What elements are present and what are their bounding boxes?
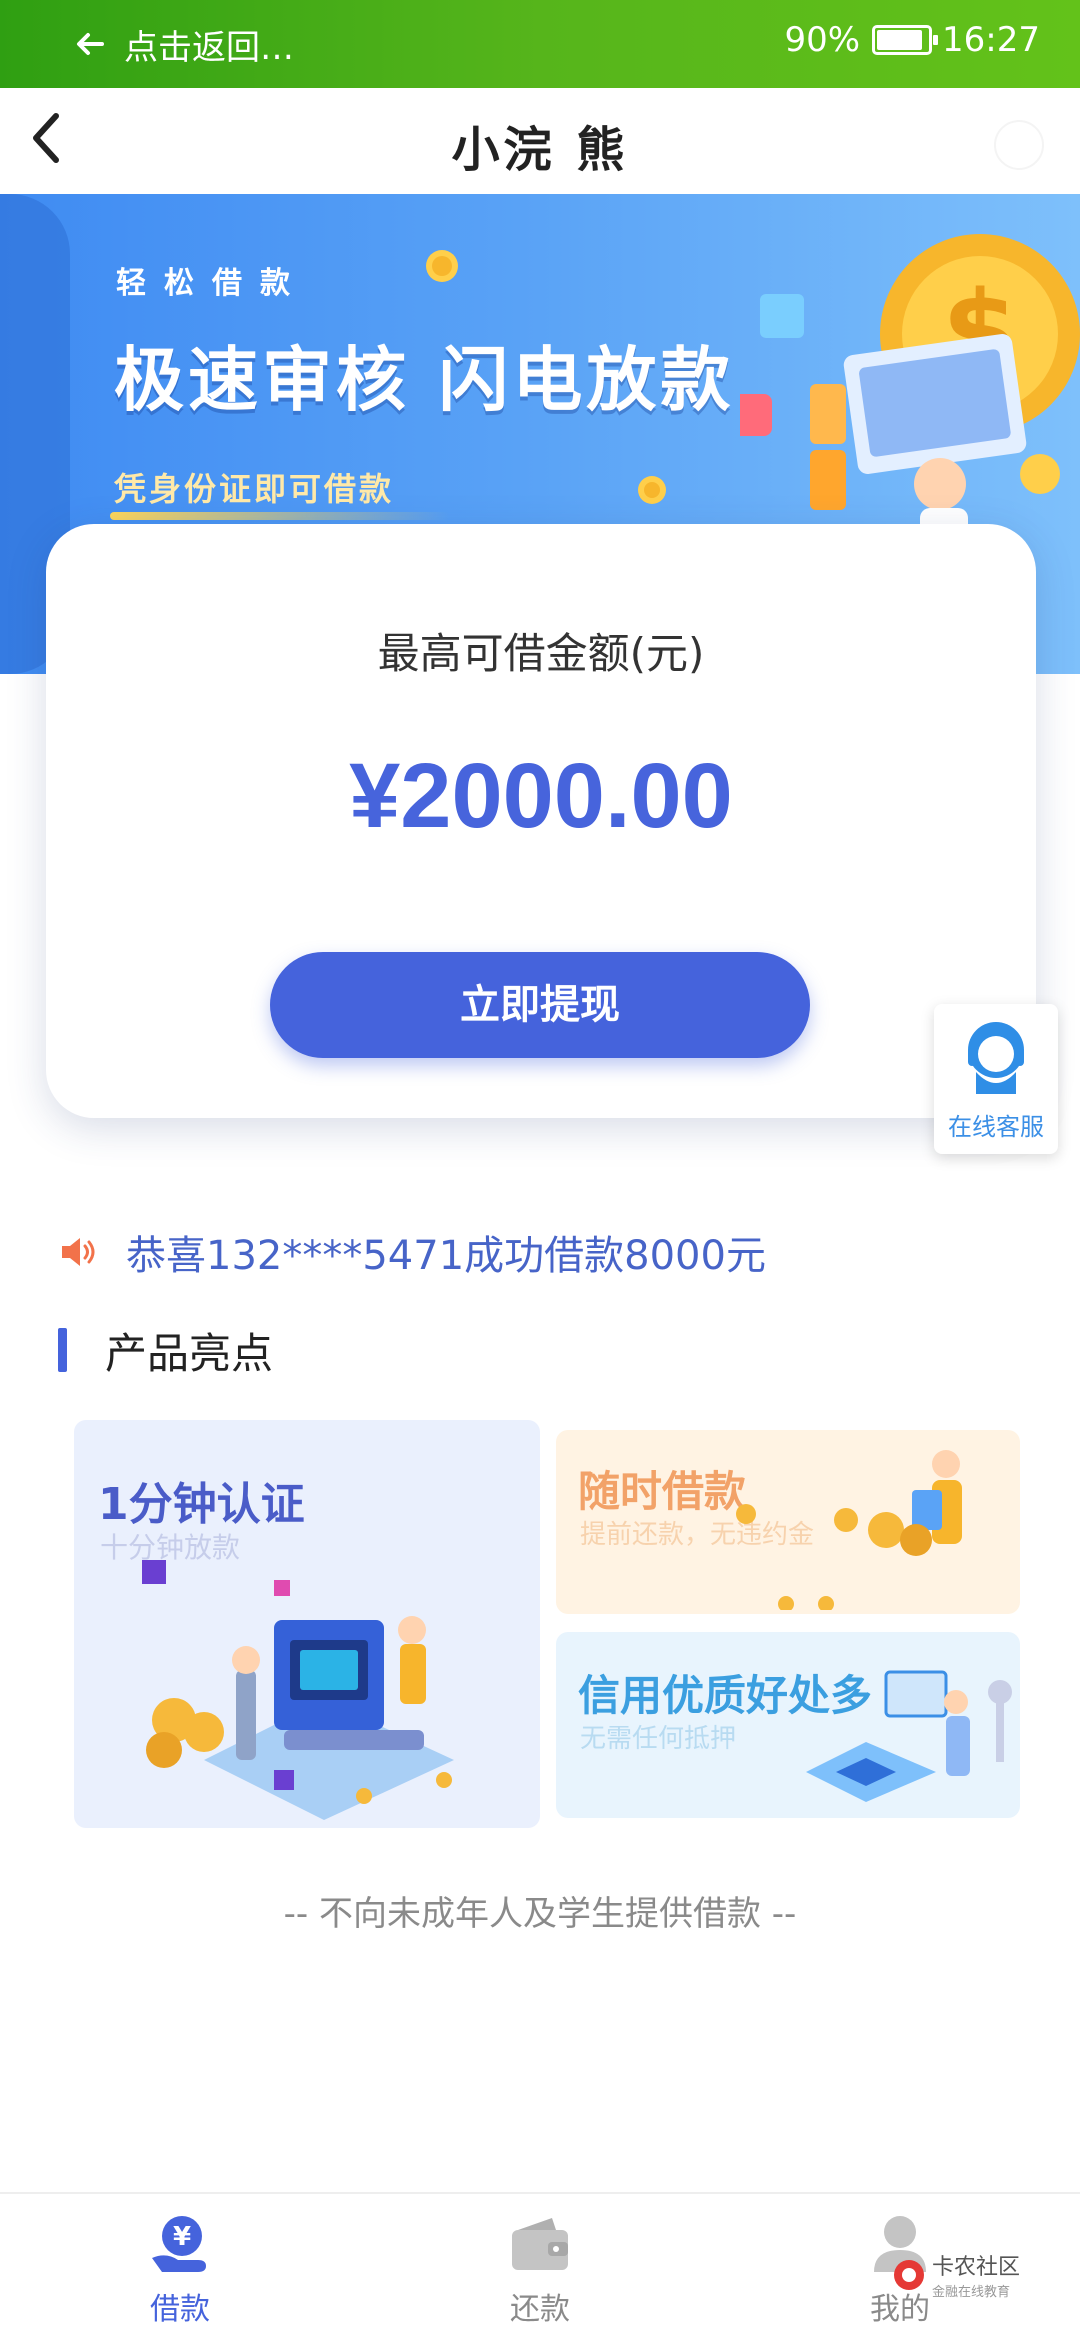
feature-tile-anytime-loan[interactable]: 随时借款 提前还款，无违约金 [556, 1430, 1020, 1614]
section-accent-bar [58, 1328, 67, 1372]
coin-icon [638, 476, 666, 504]
feature-tile-title: 1分钟认证 [98, 1479, 305, 1530]
speaker-icon [62, 1238, 95, 1266]
status-bar: 点击返回… 90% 16:27 [0, 0, 1080, 88]
watermark: 卡农社区 金融在线教育 [892, 2249, 1020, 2300]
max-amount-value: ¥2000.00 [349, 745, 733, 847]
feature-tile-certification[interactable]: 1分钟认证 十分钟放款 [74, 1420, 540, 1828]
banner-subtitle: 凭身份证即可借款 [114, 470, 395, 508]
return-to-app-label[interactable]: 点击返回… [124, 20, 294, 69]
clock: 16:27 [942, 20, 1040, 60]
banner-pre-title: 轻松借款 [116, 266, 308, 301]
watermark-subtitle: 金融在线教育 [931, 2285, 1010, 2300]
tab-label: 借款 [150, 2292, 210, 2327]
feature-tile-title: 随时借款 [578, 1467, 747, 1516]
announcement-bar: 恭喜132****5471成功借款8000元 [58, 1222, 1018, 1282]
headset-agent-icon [968, 1022, 1024, 1094]
highlights-header: 产品亮点 [58, 1320, 273, 1380]
status-indicators: 90% 16:27 [784, 20, 1040, 60]
machine-illustration [142, 1560, 454, 1820]
tab-borrow[interactable]: ¥ 借款 [80, 2194, 280, 2340]
wallet-icon [512, 2218, 568, 2270]
app-screen: 点击返回… 90% 16:27 小浣 熊 轻松借款 极速审核 闪电放款 凭身份证… [0, 0, 1080, 2340]
announcement-text: 恭喜132****5471成功借款8000元 [126, 1233, 766, 1279]
svg-text:¥: ¥ [173, 2222, 191, 2252]
tab-repay[interactable]: 还款 [440, 2194, 640, 2340]
disclaimer-text: -- 不向未成年人及学生提供借款 -- [283, 1894, 797, 1934]
feature-tile-subtitle: 无需任何抵押 [580, 1724, 737, 1754]
bottom-tab-bar: ¥ 借款 还款 我的 卡农社区 金融在线教育 [0, 2192, 1080, 2340]
page-title: 小浣 熊 [451, 122, 629, 178]
battery-level [877, 30, 923, 50]
customer-service-label: 在线客服 [948, 1113, 1044, 1141]
battery-percent: 90% [784, 20, 861, 60]
highlights-title: 产品亮点 [105, 1328, 274, 1378]
withdraw-button[interactable]: 立即提现 [270, 952, 810, 1058]
customer-service-button[interactable]: 在线客服 [934, 1004, 1058, 1154]
watermark-logo [893, 2259, 924, 2290]
credit-illustration [806, 1670, 1012, 1802]
menu-dot-icon[interactable] [994, 120, 1044, 170]
back-arrow-icon[interactable] [70, 24, 110, 64]
watermark-title: 卡农社区 [931, 2255, 1020, 2280]
battery-icon [872, 25, 939, 55]
tab-label: 还款 [510, 2292, 570, 2327]
banner-main-title: 极速审核 闪电放款 [114, 339, 735, 421]
banner-illustration: $ [740, 234, 1080, 564]
nav-header: 小浣 熊 [0, 88, 1080, 194]
coins-illustration [736, 1450, 962, 1610]
max-amount-label: 最高可借金额(元) [377, 629, 705, 678]
yen-hand-icon: ¥ [152, 2216, 206, 2272]
loan-amount-card: 最高可借金额(元) ¥2000.00 立即提现 [46, 524, 1036, 1118]
feature-tile-good-credit[interactable]: 信用优质好处多 无需任何抵押 [556, 1632, 1020, 1818]
banner-underline [110, 512, 450, 520]
coin-icon [426, 250, 458, 282]
